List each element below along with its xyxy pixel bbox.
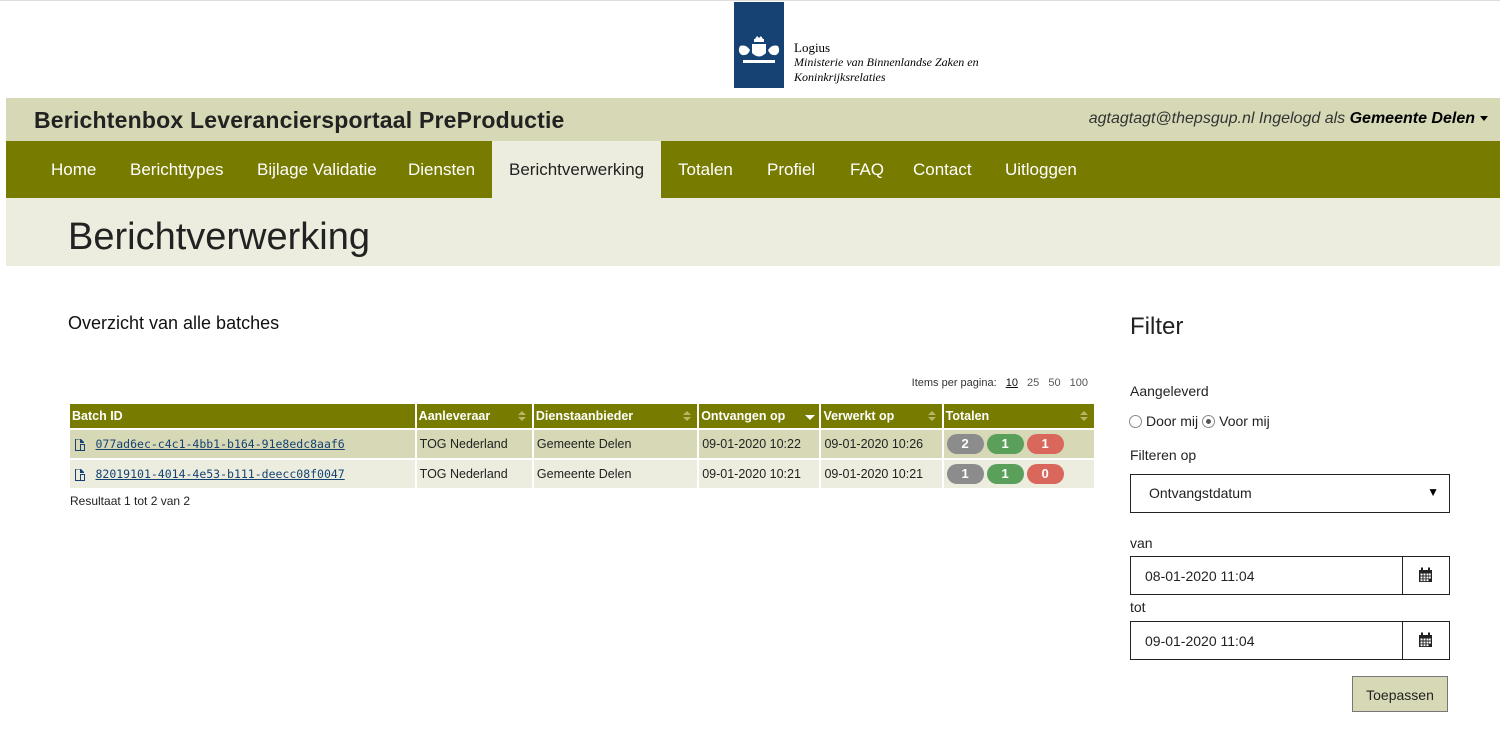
cell-dienstaanbieder: Gemeente Delen [533, 458, 698, 488]
tot-calendar-button[interactable] [1402, 622, 1449, 659]
success-count-badge: 1 [986, 464, 1024, 484]
batch-id-link[interactable]: 077ad6ec-c4c1-4bb1-b164-91e8edc8aaf6 [95, 437, 344, 451]
nav-contact[interactable]: Contact [896, 141, 989, 198]
table-row: 82019101-4014-4e53-b111-deecc08f0047 TOG… [70, 458, 1094, 488]
ministry-line-2: Koninkrijksrelaties [794, 70, 886, 84]
table-row: 077ad6ec-c4c1-4bb1-b164-91e8edc8aaf6 TOG… [70, 428, 1094, 458]
column-header-aanleveraar[interactable]: Aanleveraar [416, 404, 532, 428]
main-nav: Home Berichttypes Bijlage Validatie Dien… [6, 141, 1500, 198]
nav-profiel[interactable]: Profiel [750, 141, 832, 198]
column-header-totalen[interactable]: Totalen [943, 404, 1094, 428]
filteren-op-label: Filteren op [1130, 447, 1197, 463]
sort-icon [683, 411, 692, 422]
cell-ontvangen-op: 09-01-2020 10:22 [699, 428, 820, 458]
van-date-input[interactable]: 08-01-2020 11:04 [1130, 556, 1450, 595]
total-count-badge: 1 [946, 464, 984, 484]
van-calendar-button[interactable] [1402, 557, 1449, 594]
cell-verwerkt-op: 09-01-2020 10:21 [821, 458, 942, 488]
nav-uitloggen[interactable]: Uitloggen [988, 141, 1094, 198]
user-menu[interactable]: agtagtagt@thepsgup.nl Ingelogd als Gemee… [1089, 110, 1488, 128]
nav-berichttypes[interactable]: Berichttypes [113, 141, 241, 198]
tot-date-value: 09-01-2020 11:04 [1145, 633, 1255, 649]
batch-id-link[interactable]: 82019101-4014-4e53-b111-deecc08f0047 [95, 467, 344, 481]
page-title: Berichtverwerking [68, 216, 370, 258]
column-header-batch-id[interactable]: Batch ID [70, 404, 415, 428]
dropdown-arrow-icon: ▼ [1427, 485, 1439, 499]
calendar-icon [1419, 632, 1432, 647]
per-page-option-10[interactable]: 10 [1006, 377, 1018, 389]
cell-totalen: 211 [943, 428, 1094, 458]
filteren-op-select[interactable]: Ontvangstdatum ▼ [1130, 474, 1450, 513]
cell-dienstaanbieder: Gemeente Delen [533, 428, 698, 458]
nav-home[interactable]: Home [34, 141, 113, 198]
error-count-badge: 0 [1026, 464, 1064, 484]
user-email: agtagtagt@thepsgup.nl [1088, 110, 1255, 127]
error-count-badge: 1 [1026, 434, 1064, 454]
organisation-name: Gemeente Delen [1349, 110, 1475, 127]
nav-bijlage-validatie[interactable]: Bijlage Validatie [240, 141, 394, 198]
cell-aanleveraar: TOG Nederland [416, 458, 532, 488]
radio-voor-mij[interactable] [1202, 414, 1216, 428]
apply-filter-button[interactable]: Toepassen [1352, 676, 1448, 712]
overview-heading: Overzicht van alle batches [68, 313, 280, 333]
rijksoverheid-logo-block [734, 2, 784, 88]
logged-in-label: Ingelogd als [1258, 110, 1346, 127]
nav-faq[interactable]: FAQ [833, 141, 901, 198]
logo-name: Logius [794, 40, 831, 55]
tot-label: tot [1130, 599, 1146, 615]
van-label: van [1130, 535, 1153, 551]
chevron-down-icon [1480, 116, 1488, 122]
calendar-icon [1419, 567, 1432, 582]
coat-of-arms-icon [738, 36, 780, 63]
sort-desc-icon [805, 411, 816, 422]
nav-berichtverwerking[interactable]: Berichtverwerking [492, 141, 662, 198]
total-count-badge: 2 [946, 434, 984, 454]
filteren-op-value: Ontvangstdatum [1149, 485, 1252, 501]
aangeleverd-label: Aangeleverd [1130, 383, 1209, 399]
cell-verwerkt-op: 09-01-2020 10:26 [821, 428, 942, 458]
cell-aanleveraar: TOG Nederland [416, 428, 532, 458]
items-per-page: Items per pagina: 10 25 50 100 [912, 377, 1088, 389]
site-title: Berichtenbox Leveranciersportaal PreProd… [34, 107, 565, 133]
sort-icon [1080, 411, 1088, 422]
sort-icon [927, 411, 936, 422]
top-border [0, 0, 1500, 1]
aangeleverd-radio-group: Door mij Voor mij [1129, 413, 1270, 429]
logius-logo: Logius Ministerie van Binnenlandse Zaken… [734, 2, 979, 88]
radio-door-mij[interactable] [1129, 414, 1142, 428]
column-header-verwerkt-op[interactable]: Verwerkt op [821, 404, 942, 428]
nav-diensten[interactable]: Diensten [391, 141, 492, 198]
table-header-row: Batch ID Aanleveraar Dienstaanbieder Ont… [70, 404, 1094, 428]
filter-title: Filter [1130, 313, 1184, 340]
per-page-option-100[interactable]: 100 [1070, 377, 1088, 389]
page-header: Berichtverwerking [6, 198, 1500, 266]
batch-details-icon[interactable] [73, 438, 86, 452]
tot-date-input[interactable]: 09-01-2020 11:04 [1130, 621, 1450, 660]
per-page-option-25[interactable]: 25 [1027, 377, 1039, 389]
ministry-line-1: Ministerie van Binnenlandse Zaken en [794, 55, 979, 69]
batch-details-icon[interactable] [73, 468, 86, 482]
cell-totalen: 110 [943, 458, 1094, 488]
result-count: Resultaat 1 tot 2 van 2 [70, 494, 191, 508]
radio-door-mij-label[interactable]: Door mij [1146, 413, 1198, 429]
column-header-dienstaanbieder[interactable]: Dienstaanbieder [533, 404, 698, 428]
cell-ontvangen-op: 09-01-2020 10:21 [699, 458, 820, 488]
sort-icon [517, 411, 526, 422]
success-count-badge: 1 [986, 434, 1024, 454]
nav-totalen[interactable]: Totalen [661, 141, 750, 198]
radio-voor-mij-label[interactable]: Voor mij [1219, 413, 1270, 429]
van-date-value: 08-01-2020 11:04 [1145, 568, 1255, 584]
site-title-bar: Berichtenbox Leveranciersportaal PreProd… [6, 98, 1500, 141]
batches-table: Batch ID Aanleveraar Dienstaanbieder Ont… [68, 404, 1096, 488]
per-page-option-50[interactable]: 50 [1048, 377, 1060, 389]
column-header-ontvangen-op[interactable]: Ontvangen op [699, 404, 820, 428]
items-per-page-label: Items per pagina: [911, 377, 997, 389]
